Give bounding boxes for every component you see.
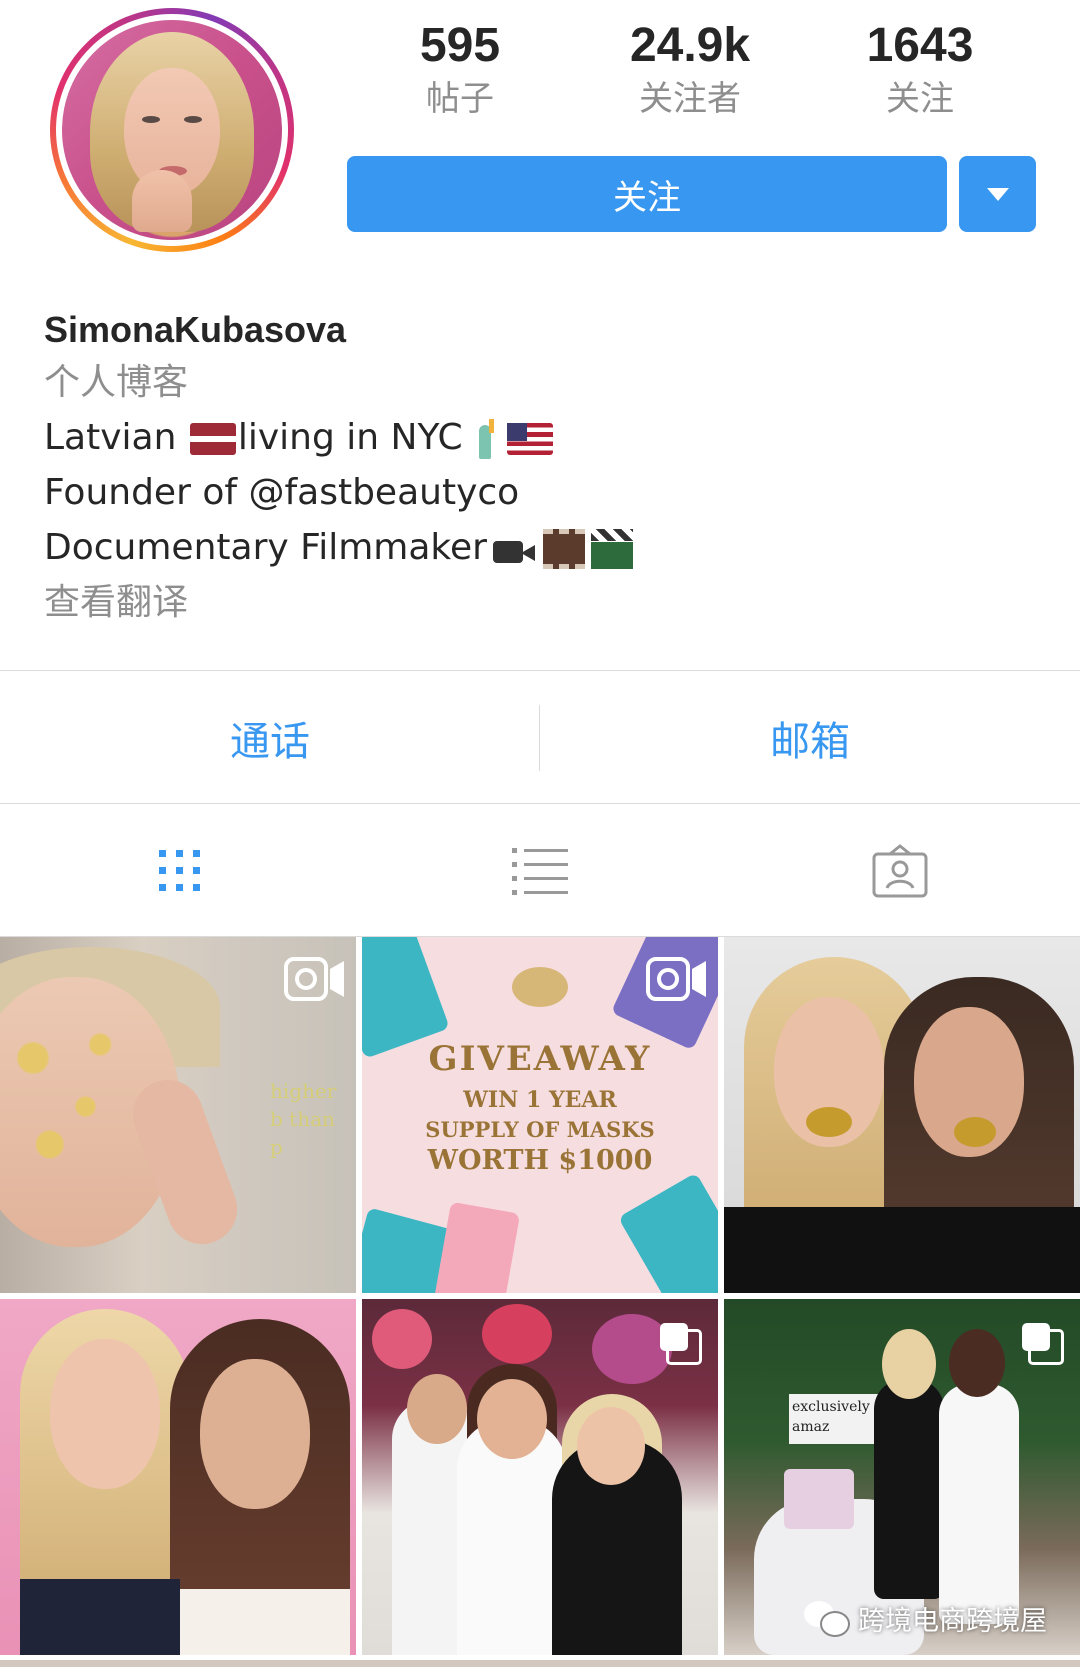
clapper-board-icon xyxy=(590,529,633,569)
profile-bio: SimonaKubasova 个人博客 Latvian living in NY… xyxy=(44,305,1044,630)
bio-line-3: Documentary Filmmaker xyxy=(44,520,1044,575)
video-icon xyxy=(284,957,344,1001)
posts-label: 帖子 xyxy=(426,79,494,119)
wechat-icon xyxy=(804,1601,850,1637)
post-thumbnail[interactable] xyxy=(0,1299,356,1655)
followers-stat[interactable]: 24.9k 关注者 xyxy=(590,18,790,124)
photo-shape xyxy=(180,1589,350,1655)
call-button[interactable]: 通话 xyxy=(0,671,540,805)
avatar[interactable] xyxy=(62,20,282,240)
giveaway-line: SUPPLY OF MASKS xyxy=(425,1117,655,1142)
profile-tabs xyxy=(0,805,1080,937)
posts-count: 595 xyxy=(419,19,501,72)
next-row-preview xyxy=(0,1660,1080,1667)
profile-header: 595 帖子 24.9k 关注者 1643 关注 关注 xyxy=(0,0,1080,270)
photo-shape xyxy=(874,1379,944,1599)
tagged-icon xyxy=(872,844,928,898)
profile-category: 个人博客 xyxy=(44,362,189,403)
followers-label: 关注者 xyxy=(639,79,741,119)
avatar-eye xyxy=(142,116,160,123)
brand-logo xyxy=(512,967,568,1007)
story-ring[interactable] xyxy=(50,8,294,252)
post-thumbnail[interactable] xyxy=(724,937,1080,1293)
video-overlay-text: higher b than p xyxy=(270,1079,337,1159)
photo-shape xyxy=(939,1384,1019,1624)
latvia-flag-icon xyxy=(189,423,236,455)
photo-shape xyxy=(50,1339,160,1489)
giveaway-line: WORTH $1000 xyxy=(427,1145,653,1176)
photo-shape xyxy=(477,1379,547,1459)
photo-shape xyxy=(882,1329,936,1399)
watermark: 跨境电商跨境屋 xyxy=(804,1595,1047,1641)
following-label: 关注 xyxy=(886,79,954,119)
bio-text: Documentary Filmmaker xyxy=(44,527,487,568)
sign-text: exclusively amaz xyxy=(789,1394,879,1444)
bio-text: Founder of @fastbeautyco xyxy=(44,472,520,513)
following-stat[interactable]: 1643 关注 xyxy=(820,18,1020,124)
video-icon xyxy=(646,957,706,1001)
watermark-text: 跨境电商跨境屋 xyxy=(858,1605,1047,1637)
post-thumbnail[interactable] xyxy=(362,1299,718,1655)
film-frames-icon xyxy=(542,529,585,569)
email-button[interactable]: 邮箱 xyxy=(540,671,1080,805)
list-icon xyxy=(512,848,568,895)
grid-icon xyxy=(159,850,200,891)
avatar-hand xyxy=(132,170,192,232)
post-thumbnail[interactable]: GIVEAWAY WIN 1 YEAR SUPPLY OF MASKS WORT… xyxy=(362,937,718,1293)
profile-stats: 595 帖子 24.9k 关注者 1643 关注 xyxy=(360,18,1020,128)
bio-line-2: Founder of @fastbeautyco xyxy=(44,465,1044,520)
following-count: 1643 xyxy=(866,19,974,72)
see-translation-link[interactable]: 查看翻译 xyxy=(44,575,1044,630)
photo-shape xyxy=(433,1201,521,1293)
photo-shape xyxy=(949,1329,1005,1397)
profile-username: SimonaKubasova xyxy=(44,309,347,350)
caret-down-icon xyxy=(986,187,1009,201)
follow-button[interactable]: 关注 xyxy=(347,156,947,232)
posts-grid: higher b than p GIVEAWAY WIN 1 YEAR SUPP… xyxy=(0,937,1080,1667)
photo-shape xyxy=(577,1407,645,1485)
statue-of-liberty-icon xyxy=(469,419,501,459)
movie-camera-icon xyxy=(492,533,537,565)
photo-shape xyxy=(724,1207,1080,1293)
photo-shape xyxy=(618,1172,718,1293)
photo-shape xyxy=(200,1359,310,1509)
photo-shape xyxy=(784,1469,854,1529)
photo-shape xyxy=(482,1304,552,1364)
giveaway-title: GIVEAWAY xyxy=(428,1039,652,1079)
giveaway-line: WIN 1 YEAR xyxy=(463,1087,617,1113)
avatar-eye xyxy=(184,116,202,123)
usa-flag-icon xyxy=(506,423,553,455)
bio-text: living in NYC xyxy=(237,417,463,458)
contact-bar: 通话 邮箱 xyxy=(0,670,1080,804)
bio-line-1: Latvian living in NYC xyxy=(44,410,1044,465)
tab-list[interactable] xyxy=(360,805,720,937)
post-thumbnail[interactable]: higher b than p xyxy=(0,937,356,1293)
photo-shape xyxy=(954,1117,996,1147)
photo-shape xyxy=(372,1309,432,1369)
photo-shape xyxy=(407,1374,467,1444)
avatar-frame xyxy=(56,14,288,246)
posts-stat[interactable]: 595 帖子 xyxy=(360,18,560,124)
tab-grid[interactable] xyxy=(0,805,360,937)
suggestions-dropdown-button[interactable] xyxy=(959,156,1036,232)
multiple-images-icon xyxy=(660,1323,702,1365)
multiple-images-icon xyxy=(1022,1323,1064,1365)
photo-shape xyxy=(806,1107,852,1137)
bio-text: Latvian xyxy=(44,417,188,458)
photo-shape xyxy=(20,1579,180,1655)
tab-tagged[interactable] xyxy=(720,805,1080,937)
followers-count: 24.9k xyxy=(629,19,751,72)
